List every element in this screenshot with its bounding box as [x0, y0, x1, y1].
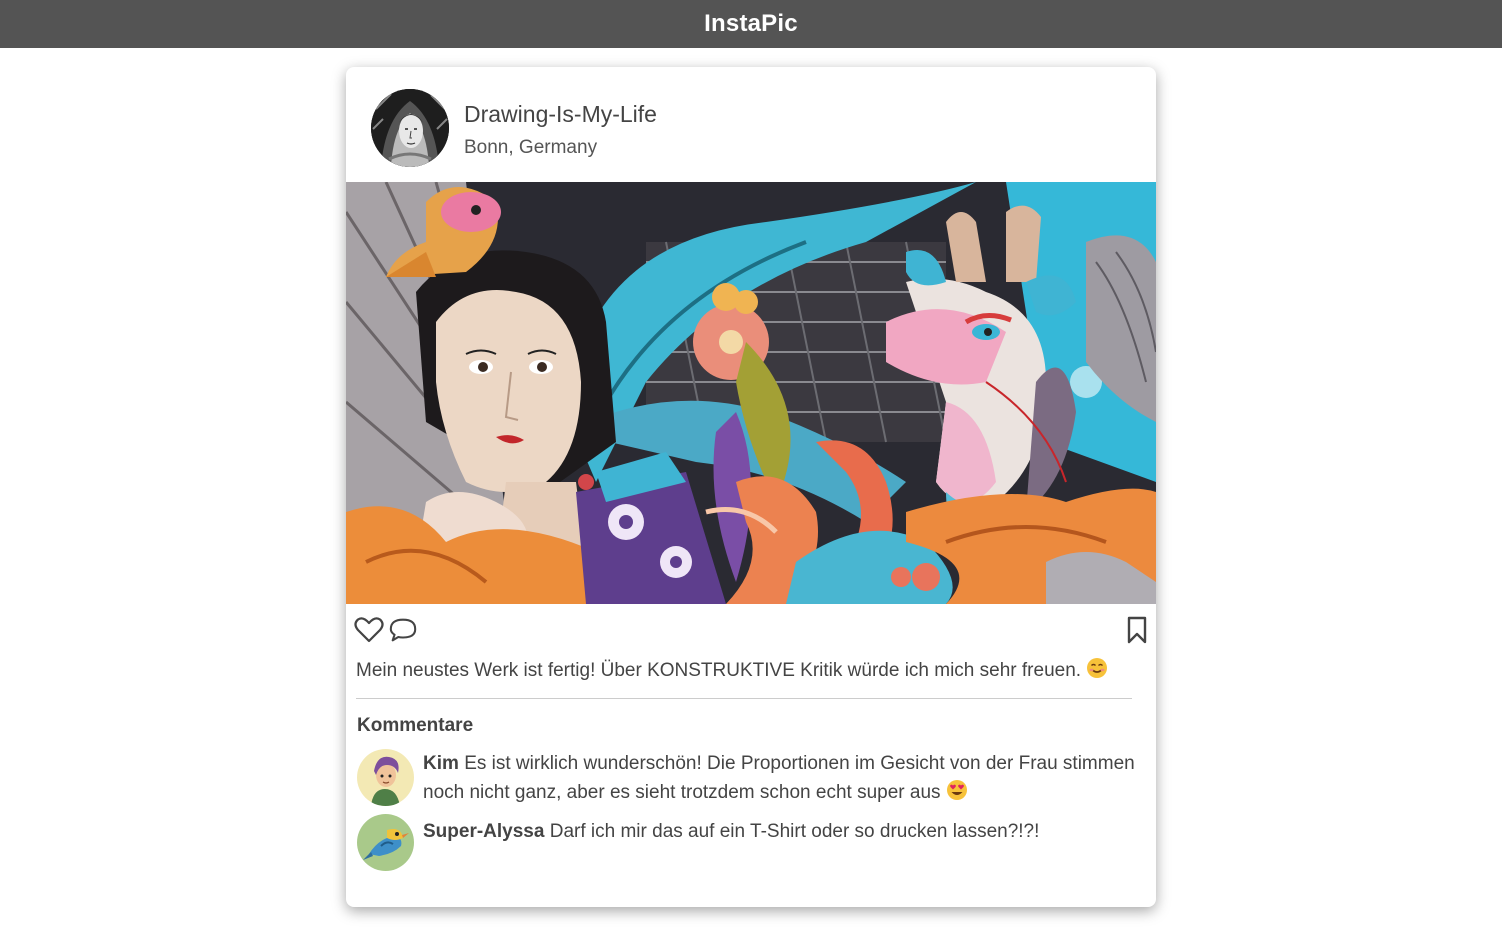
comment-author[interactable]: Super-Alyssa: [423, 821, 544, 842]
commenter-avatar[interactable]: [357, 749, 414, 806]
comment-item: Kim Es ist wirklich wunderschön! Die Pro…: [357, 749, 1137, 809]
author-avatar[interactable]: [371, 89, 449, 167]
speech-bubble-icon[interactable]: [388, 615, 418, 645]
comment-text: Super-Alyssa Darf ich mir das auf ein T-…: [423, 817, 1137, 846]
post-card: Drawing-Is-My-Life Bonn, Germany Mein ne…: [346, 67, 1156, 907]
heart-eyes-emoji: [946, 779, 968, 810]
bookmark-icon[interactable]: [1122, 615, 1152, 645]
heart-icon[interactable]: [354, 615, 384, 645]
action-row: [346, 615, 1156, 649]
comment-item: Super-Alyssa Darf ich mir das auf ein T-…: [357, 814, 1137, 874]
divider: [356, 698, 1132, 699]
comment-body: Es ist wirklich wunderschön! Die Proport…: [423, 753, 1135, 803]
comments-heading: Kommentare: [357, 715, 474, 736]
app-title: InstaPic: [704, 10, 798, 37]
top-bar: InstaPic: [0, 0, 1502, 48]
commenter-avatar[interactable]: [357, 814, 414, 871]
post-caption: Mein neustes Werk ist fertig! Über KONST…: [356, 657, 1108, 685]
caption-text: Mein neustes Werk ist fertig! Über KONST…: [356, 660, 1082, 681]
comment-body: Darf ich mir das auf ein T-Shirt oder so…: [549, 821, 1040, 842]
post-header: Drawing-Is-My-Life Bonn, Germany: [346, 67, 1156, 182]
comment-author[interactable]: Kim: [423, 753, 459, 774]
post-image[interactable]: [346, 182, 1156, 604]
post-username[interactable]: Drawing-Is-My-Life: [464, 101, 657, 128]
post-location[interactable]: Bonn, Germany: [464, 137, 597, 159]
smiling-face-emoji: [1086, 657, 1108, 685]
comment-text: Kim Es ist wirklich wunderschön! Die Pro…: [423, 749, 1137, 810]
